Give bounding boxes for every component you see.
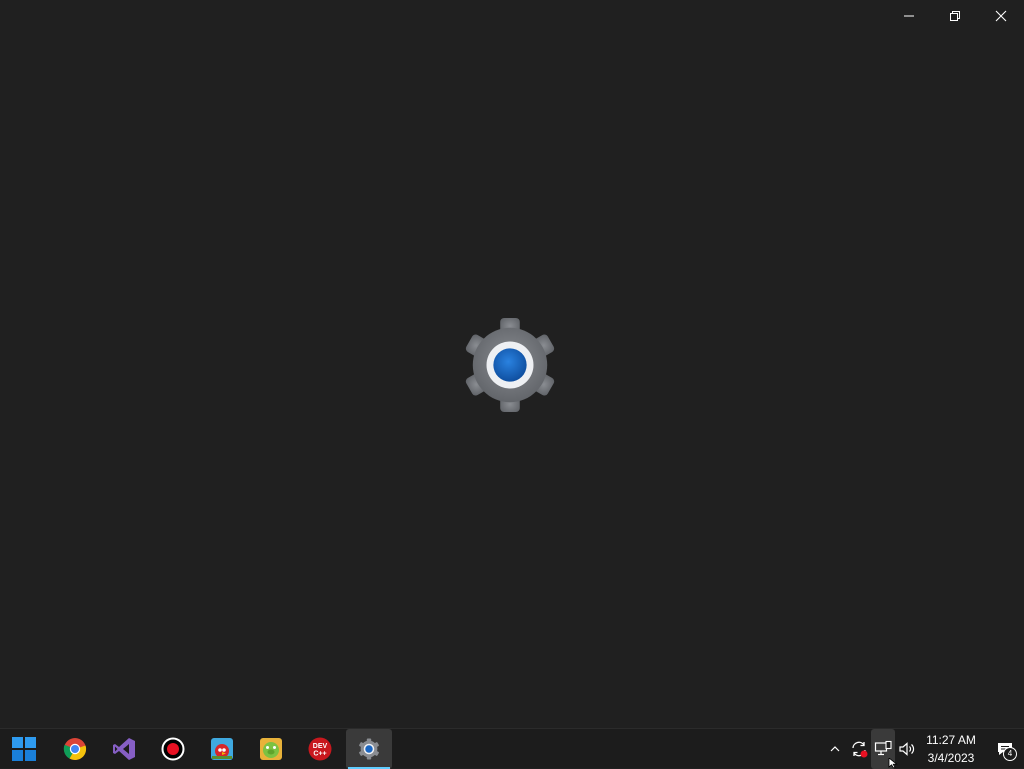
caption-buttons [886, 0, 1024, 32]
restore-icon [950, 11, 960, 21]
windows-logo-icon [12, 737, 36, 761]
volume-icon [899, 742, 915, 756]
settings-gear-icon [359, 738, 379, 760]
restore-button[interactable] [932, 0, 978, 32]
settings-gear-icon [465, 318, 555, 412]
taskbar-app-recorder[interactable] [150, 729, 196, 769]
minimize-button[interactable] [886, 0, 932, 32]
dev-cpp-icon: DEV C++ [308, 737, 332, 761]
network-icon [874, 740, 892, 756]
taskbar-app-bad-piggies[interactable] [248, 729, 294, 769]
close-icon [995, 10, 1007, 22]
clock-time: 11:27 AM [926, 733, 976, 747]
chevron-up-icon [830, 746, 840, 752]
start-button[interactable] [1, 729, 47, 769]
sync-status-button[interactable] [847, 729, 871, 769]
notification-center-button[interactable]: 4 [990, 729, 1020, 769]
sync-error-icon [852, 741, 868, 758]
notification-count-badge: 4 [1003, 747, 1017, 761]
close-button[interactable] [978, 0, 1024, 32]
svg-text:DEV: DEV [313, 743, 328, 750]
clock[interactable]: 11:27 AM 3/4/2023 [920, 731, 982, 767]
bad-piggies-icon [260, 738, 282, 760]
chrome-icon [63, 738, 87, 761]
minimize-icon [904, 15, 914, 17]
taskbar-app-settings[interactable] [346, 729, 392, 769]
taskbar-app-visual-studio[interactable] [101, 729, 147, 769]
taskbar-app-chrome[interactable] [52, 729, 98, 769]
taskbar: DEV C++ 11:27 AM 3/4/2023 4 [0, 728, 1024, 769]
taskbar-app-dev-cpp[interactable]: DEV C++ [297, 729, 343, 769]
record-icon [161, 737, 185, 761]
mouse-cursor-icon [888, 758, 898, 768]
visual-studio-icon [113, 738, 135, 760]
clock-date: 3/4/2023 [927, 751, 975, 765]
show-hidden-icons-button[interactable] [823, 729, 847, 769]
settings-window [0, 0, 1024, 728]
svg-text:C++: C++ [313, 751, 326, 758]
angry-birds-icon [211, 738, 233, 760]
taskbar-app-angry-birds[interactable] [199, 729, 245, 769]
